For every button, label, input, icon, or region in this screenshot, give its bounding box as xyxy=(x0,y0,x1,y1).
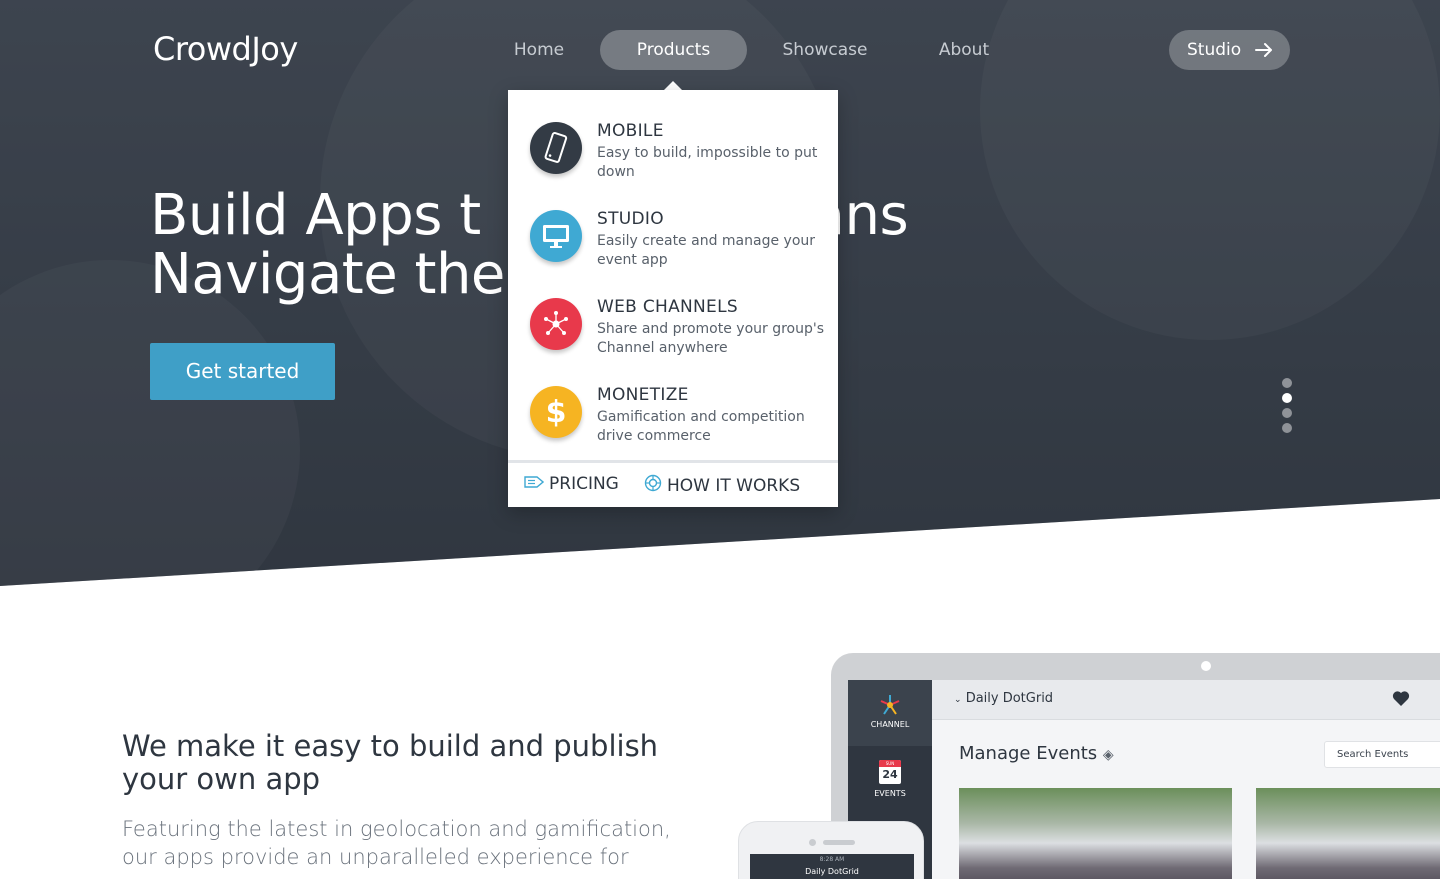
product-description: Easily create and manage your event app xyxy=(597,233,816,268)
nav-products[interactable]: Products xyxy=(600,30,747,70)
nav-about[interactable]: About xyxy=(922,30,1006,70)
phone-speaker xyxy=(823,840,855,845)
phone-screen: 8:28 AM Daily DotGrid xyxy=(750,854,914,879)
slide-dot-active[interactable] xyxy=(1282,393,1292,403)
product-item-mobile[interactable]: MOBILE Easy to build, impossible to put … xyxy=(508,121,838,209)
how-it-works-link[interactable]: HOW IT WORKS xyxy=(644,474,800,497)
product-title: STUDIO xyxy=(597,209,664,229)
dropdown-footer: PRICING HOW IT WORKS xyxy=(508,460,838,507)
product-title: WEB CHANNELS xyxy=(597,297,738,317)
get-started-button[interactable]: Get started xyxy=(150,343,335,400)
phone-camera xyxy=(809,839,816,846)
mobile-phone-icon xyxy=(530,122,582,174)
brand-logo[interactable]: CrowdJoy xyxy=(153,30,298,68)
product-item-studio[interactable]: STUDIO Easily create and manage your eve… xyxy=(508,209,838,297)
help-lifebuoy-icon xyxy=(644,474,662,497)
product-description: Easy to build, impossible to put down xyxy=(597,145,818,180)
sidebar-label: CHANNEL xyxy=(870,720,910,729)
sidebar-item-channel: CHANNEL xyxy=(848,680,932,746)
slide-indicator xyxy=(1282,378,1292,438)
product-title: MONETIZE xyxy=(597,385,689,405)
dollar-icon: $ xyxy=(530,386,582,438)
hero-headline-line2: Navigate the xyxy=(150,242,505,307)
laptop-screen: CHANNEL SUN 24 EVENTS ⌄ Daily DotGrid Ma… xyxy=(848,680,1440,879)
product-description: Gamification and competition drive comme… xyxy=(597,409,805,444)
hero-headline-line1: Build Apps t xyxy=(150,183,481,248)
intro-title: We make it easy to build and publish you… xyxy=(122,729,659,796)
event-photo xyxy=(1256,788,1440,879)
slide-dot[interactable] xyxy=(1282,423,1292,433)
pricing-link[interactable]: PRICING xyxy=(524,474,619,494)
heart-plus-icon xyxy=(1392,690,1410,712)
studio-button-label: Studio xyxy=(1187,40,1242,60)
calendar-day: 24 xyxy=(882,768,898,781)
how-it-works-label: HOW IT WORKS xyxy=(667,475,801,496)
dropdown-caret xyxy=(664,81,682,90)
calendar-icon: SUN 24 xyxy=(879,760,901,784)
arrow-right-icon xyxy=(1254,30,1274,84)
product-title: MOBILE xyxy=(597,121,664,141)
channel-selector: ⌄ Daily DotGrid xyxy=(954,691,1053,706)
search-events-field: Search Events xyxy=(1324,741,1440,768)
studio-button[interactable]: Studio xyxy=(1169,30,1290,70)
chevron-down-icon: ⌄ xyxy=(954,695,962,705)
price-tag-icon xyxy=(524,474,545,494)
slide-dot[interactable] xyxy=(1282,378,1292,388)
event-photo xyxy=(959,788,1232,879)
channel-star-icon xyxy=(848,680,932,720)
layers-icon: ◈ xyxy=(1102,747,1114,763)
channel-name: Daily DotGrid xyxy=(965,691,1054,706)
phone-status-time: 8:28 AM xyxy=(819,856,845,863)
products-dropdown: MOBILE Easy to build, impossible to put … xyxy=(508,90,838,507)
nav-home[interactable]: Home xyxy=(500,30,578,70)
phone-mockup: 8:28 AM Daily DotGrid xyxy=(738,821,924,879)
sidebar-label: EVENTS xyxy=(874,789,906,798)
app-topbar: ⌄ Daily DotGrid xyxy=(932,680,1440,720)
calendar-month: SUN xyxy=(879,760,901,767)
laptop-camera xyxy=(1201,661,1211,671)
nav-showcase[interactable]: Showcase xyxy=(770,30,880,70)
pricing-label: PRICING xyxy=(549,474,619,494)
manage-events-title: Manage Events ◈ xyxy=(959,743,1114,764)
network-hub-icon xyxy=(530,298,582,350)
manage-events-label: Manage Events xyxy=(959,743,1098,764)
slide-dot[interactable] xyxy=(1282,408,1292,418)
intro-body: Featuring the latest in geolocation and … xyxy=(122,817,671,869)
desktop-monitor-icon xyxy=(530,210,582,262)
phone-app-title: Daily DotGrid xyxy=(805,867,859,876)
product-description: Share and promote your group's Channel a… xyxy=(597,321,825,356)
sidebar-item-events: SUN 24 EVENTS xyxy=(848,746,932,812)
product-item-web-channels[interactable]: WEB CHANNELS Share and promote your grou… xyxy=(508,297,838,385)
